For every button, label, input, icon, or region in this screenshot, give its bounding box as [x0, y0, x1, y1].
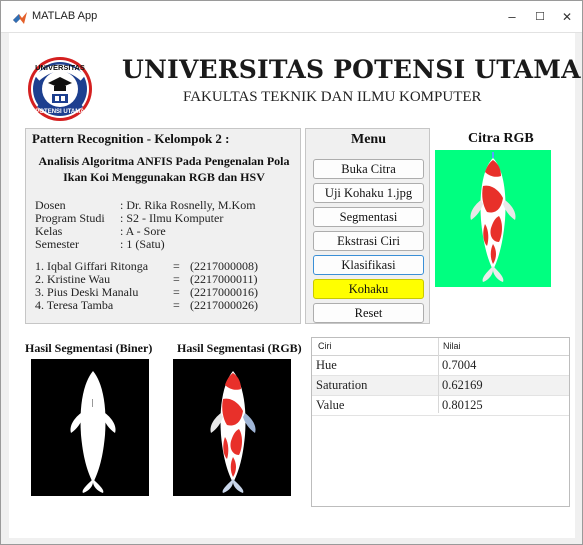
cell-nilai: 0.7004: [442, 358, 477, 372]
window-title: MATLAB App: [32, 10, 98, 22]
info-panel: Pattern Recognition - Kelompok 2 : Anali…: [25, 128, 301, 324]
minimize-button[interactable]: –: [499, 7, 525, 27]
classification-result-kohaku[interactable]: Kohaku: [313, 279, 424, 299]
member-eq: =: [173, 298, 180, 312]
member-nim: (2217000026): [190, 298, 258, 312]
menu-panel: Menu Buka Citra Uji Kohaku 1.jpg Segment…: [305, 128, 430, 324]
member-name: 4. Teresa Tamba: [35, 298, 114, 312]
app-window: MATLAB App – ☐ ✕ UNIVERSITAS POTENSI UTA…: [0, 0, 583, 545]
cell-ciri: Hue: [316, 358, 337, 372]
segmentasi-biner-image: [31, 359, 149, 496]
maximize-button[interactable]: ☐: [527, 7, 553, 27]
column-header-ciri[interactable]: Ciri: [318, 341, 332, 351]
project-title: Analisis Algoritma ANFIS Pada Pengenalan…: [26, 153, 302, 185]
university-title: UNIVERSITAS POTENSI UTAMA: [122, 55, 581, 84]
ekstrasi-ciri-button[interactable]: Ekstrasi Ciri: [313, 231, 424, 251]
table-row[interactable]: Value 0.80125: [312, 396, 569, 416]
cell-ciri: Value: [316, 398, 345, 412]
cell-nilai: 0.80125: [442, 398, 483, 412]
column-divider: [438, 338, 439, 413]
buka-citra-button[interactable]: Buka Citra: [313, 159, 424, 179]
table-row[interactable]: Saturation 0.62169: [312, 376, 569, 396]
title-bar: MATLAB App – ☐ ✕: [1, 1, 582, 33]
reset-button[interactable]: Reset: [313, 303, 424, 323]
segmentasi-rgb-image: [173, 359, 291, 496]
logo-top-text: UNIVERSITAS: [35, 63, 85, 72]
matlab-logo-icon: [13, 12, 27, 24]
close-button[interactable]: ✕: [554, 7, 580, 27]
seg-rgb-title: Hasil Segmentasi (RGB): [177, 341, 302, 355]
semester-label: Semester: [35, 237, 79, 251]
citra-rgb-title: Citra RGB: [468, 131, 534, 146]
logo-bottom-text: POTENSI UTAMA: [35, 109, 85, 115]
biner-title: Hasil Segmentasi (Biner): [25, 341, 153, 355]
table-header: Ciri Nilai: [312, 338, 569, 356]
menu-title: Menu: [351, 132, 386, 147]
table-row[interactable]: Hue 0.7004: [312, 356, 569, 376]
cell-ciri: Saturation: [316, 378, 368, 392]
column-header-nilai[interactable]: Nilai: [443, 341, 461, 351]
project-title-line-2: Ikan Koi Menggunakan RGB dan HSV: [63, 170, 265, 184]
info-panel-title: Pattern Recognition - Kelompok 2 :: [32, 131, 230, 146]
segmentasi-button[interactable]: Segmentasi: [313, 207, 424, 227]
project-title-line-1: Analisis Algoritma ANFIS Pada Pengenalan…: [38, 154, 290, 168]
faculty-subtitle: FAKULTAS TEKNIK DAN ILMU KOMPUTER: [183, 89, 482, 105]
university-logo: UNIVERSITAS POTENSI UTAMA: [28, 57, 92, 121]
semester-value: : 1 (Satu): [120, 237, 165, 251]
feature-table[interactable]: Ciri Nilai Hue 0.7004 Saturation 0.62169…: [311, 337, 570, 507]
klasifikasi-button[interactable]: Klasifikasi: [313, 255, 424, 275]
app-content: UNIVERSITAS POTENSI UTAMA UNIVERSITAS PO…: [9, 33, 581, 538]
cell-nilai: 0.62169: [442, 378, 483, 392]
uji-kohaku-button[interactable]: Uji Kohaku 1.jpg: [313, 183, 424, 203]
citra-rgb-image: [435, 150, 551, 287]
